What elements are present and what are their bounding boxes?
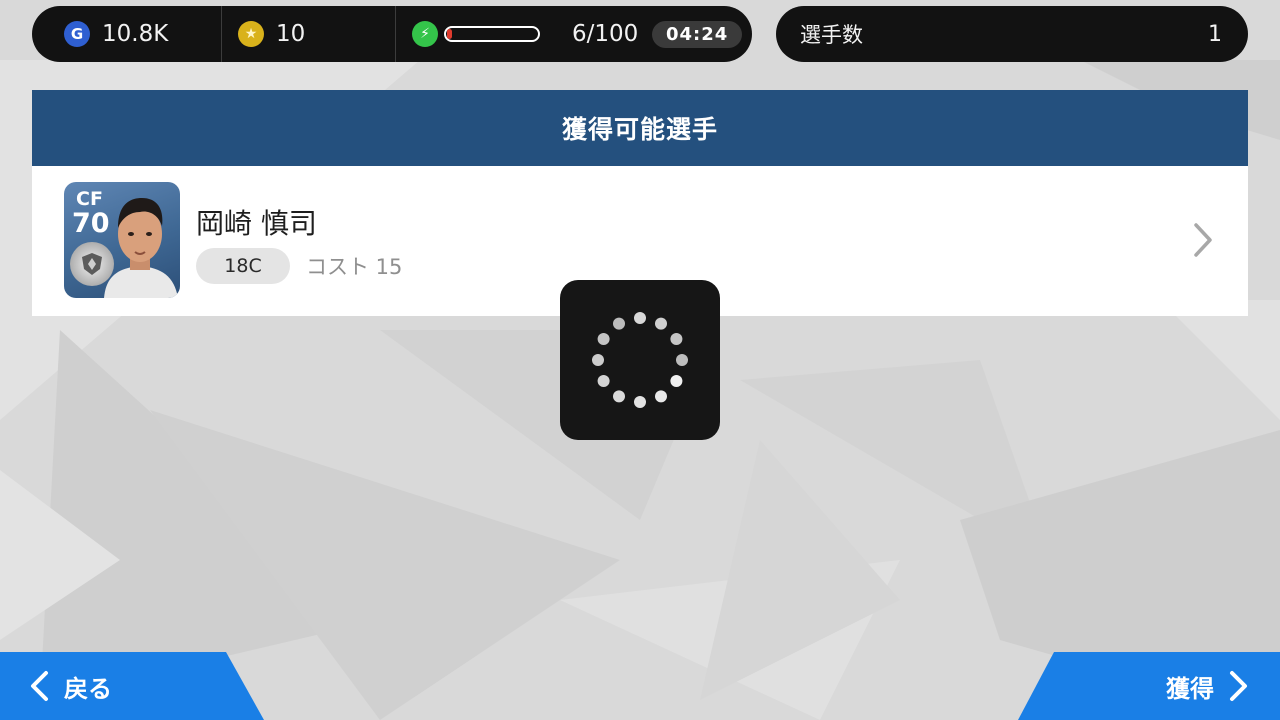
energy-timer-wrap: 04:24: [652, 6, 743, 62]
player-count-label: 選手数: [800, 23, 863, 47]
player-position: CF: [76, 188, 103, 210]
back-button[interactable]: 戻る: [0, 652, 264, 720]
player-card: CF 70: [64, 182, 180, 298]
divider: [395, 6, 396, 62]
star-coin-icon: ★: [238, 21, 264, 47]
gp-coin-icon: G: [64, 21, 90, 47]
loading-spinner-icon: [592, 312, 688, 408]
acquire-button-label: 獲得: [1166, 674, 1214, 703]
loading-overlay: [560, 280, 720, 440]
chevron-right-icon[interactable]: [1192, 222, 1214, 258]
player-cost: コスト 15: [306, 255, 403, 279]
player-rating: 70: [72, 208, 110, 239]
resource-bar: G 10.8K ★ 10 ⚡ 6/100 04:24: [32, 6, 752, 62]
coin-balance: ★ 10: [238, 6, 305, 62]
energy-value: 6/100: [572, 21, 639, 47]
divider: [221, 6, 222, 62]
energy-progress-bar: [444, 26, 540, 42]
gp-value: 10.8K: [102, 21, 169, 47]
chevron-right-icon: [1230, 671, 1247, 701]
player-name: 岡崎 慎司: [196, 207, 317, 240]
section-title: 獲得可能選手: [32, 90, 1248, 166]
player-count-value: 1: [1208, 21, 1222, 47]
energy-progress-fill: [447, 29, 452, 39]
lightning-icon: ⚡: [412, 21, 438, 47]
back-button-label: 戻る: [64, 674, 112, 703]
player-portrait: [104, 198, 178, 298]
acquire-button[interactable]: 獲得: [1018, 652, 1280, 720]
chevron-left-icon: [31, 671, 48, 701]
energy-meter: ⚡: [412, 6, 540, 62]
silver-badge-icon: [70, 242, 114, 286]
energy-value-wrap: 6/100: [572, 6, 638, 62]
player-count-bar: 選手数 1: [776, 6, 1248, 62]
energy-timer: 04:24: [652, 20, 743, 48]
coin-value: 10: [276, 21, 306, 47]
gp-balance: G 10.8K: [64, 6, 168, 62]
pack-badge: 18C: [196, 248, 290, 284]
